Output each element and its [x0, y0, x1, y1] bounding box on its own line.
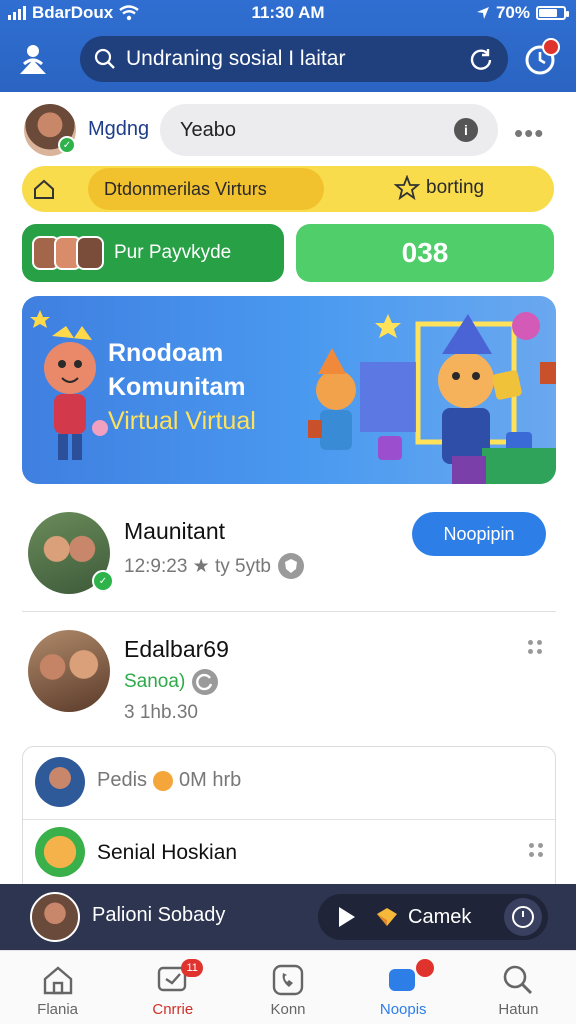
mini-player[interactable]: Palioni Sobady Camek: [0, 884, 576, 950]
nav-tab-label: Hatun: [498, 1001, 539, 1018]
filter-bar: Dtdonmerilas Virturs borting: [22, 166, 554, 212]
battery-icon: [536, 6, 569, 20]
search-icon: [504, 965, 533, 995]
group-action-label: Pur Payvkyde: [114, 242, 232, 263]
info-icon[interactable]: i: [454, 118, 478, 142]
player-controls: Camek: [318, 894, 548, 940]
filter-tab-secondary-label: borting: [426, 177, 485, 198]
status-bar: BdarDoux 11:30 AM 70%: [0, 0, 576, 28]
player-name: Palioni Sobady: [92, 904, 226, 926]
drag-handle-icon[interactable]: [528, 640, 542, 658]
nav-tab-search[interactable]: Hatun: [461, 951, 576, 1024]
list-item-status-text: Sanoa): [124, 671, 186, 692]
filter-tab-secondary[interactable]: borting: [394, 175, 484, 201]
verified-icon: ✓: [58, 136, 76, 154]
drag-handle-icon[interactable]: [529, 843, 543, 861]
group-action-button[interactable]: Pur Payvkyde: [22, 224, 284, 282]
shield-icon: [277, 553, 304, 579]
nav-badge: 11: [181, 959, 204, 977]
user-name: Mgdng: [88, 118, 150, 140]
join-button[interactable]: Noopipin: [412, 512, 546, 556]
puzzle-icon: [377, 908, 397, 926]
refresh-icon[interactable]: [468, 46, 494, 72]
card-row-2[interactable]: Senial Hoskian: [97, 841, 237, 865]
banner-line-3a: Virtual: [108, 407, 179, 435]
avatar[interactable]: [28, 630, 110, 712]
person-pin-icon[interactable]: [16, 42, 50, 76]
status-input[interactable]: Yeabo i: [160, 104, 498, 156]
search-icon: [94, 48, 115, 69]
nav-tab-home[interactable]: Flania: [0, 951, 115, 1024]
emoji-icon: [153, 770, 174, 791]
bottom-nav: Flania 11 Cnrrie Konn Noopis Hatun: [0, 950, 576, 1024]
camek-button[interactable]: Camek: [374, 904, 471, 930]
star-icon: [394, 175, 420, 201]
sync-icon: [192, 669, 219, 695]
location-arrow-icon: [476, 7, 489, 19]
nav-tab-label: Flania: [37, 1001, 79, 1018]
list-item-status: Sanoa): [124, 668, 219, 696]
banner-title: Rnodoam Komunitam Virtual Virtual: [108, 336, 256, 438]
notification-button[interactable]: [522, 38, 560, 78]
timer-icon: [512, 906, 534, 928]
list-item-name: Maunitant: [124, 518, 226, 544]
card-row-1[interactable]: Pedis 0M hrb: [97, 769, 241, 792]
verified-icon: ✓: [92, 570, 114, 592]
home-icon[interactable]: [32, 177, 56, 201]
phone-icon: [272, 964, 304, 996]
app-header: BdarDoux 11:30 AM 70% Undraning sosial I…: [0, 0, 576, 92]
filter-tab-active[interactable]: Dtdonmerilas Virturs: [88, 168, 324, 210]
list-item-time: 3 1hb.30: [124, 702, 198, 723]
home-icon: [43, 966, 72, 995]
search-bar[interactable]: Undraning sosial I laitar: [80, 36, 508, 82]
banner-illustration: [30, 310, 556, 484]
banner-line-3b: Virtual: [185, 407, 256, 435]
avatar: [30, 892, 80, 942]
nav-tab-label: Noopis: [379, 1001, 427, 1018]
nav-tab-phone[interactable]: Konn: [230, 951, 345, 1024]
community-banner[interactable]: Rnodoam Komunitam Virtual Virtual: [22, 296, 556, 484]
search-text: Undraning sosial I laitar: [126, 47, 346, 70]
card-row-1-suffix: 0M hrb: [179, 769, 242, 791]
avatar[interactable]: [35, 827, 85, 877]
avatar[interactable]: [35, 757, 85, 807]
divider: [23, 819, 555, 820]
nav-tab-label: Cnrrie: [152, 1001, 194, 1018]
play-icon[interactable]: [328, 900, 362, 934]
notification-badge: [542, 38, 560, 56]
camek-label: Camek: [408, 905, 472, 928]
nav-tab-label: Konn: [270, 1001, 306, 1018]
nav-tab-messages[interactable]: Noopis: [346, 951, 461, 1024]
divider: [22, 611, 556, 612]
status-input-value: Yeabo: [180, 118, 236, 141]
card-row-1-text: Pedis: [97, 769, 148, 791]
nav-badge: [415, 959, 434, 977]
list-item-name: Edalbar69: [124, 636, 229, 662]
nav-tab-chat[interactable]: 11 Cnrrie: [115, 951, 230, 1024]
list-item-meta: 12:9:23 ★ ty 5ytb: [124, 552, 305, 580]
battery-percent: 70%: [495, 3, 530, 22]
contacts-card: Pedis 0M hrb Senial Hoskian: [22, 746, 556, 896]
more-icon[interactable]: •••: [514, 118, 544, 149]
banner-line-1: Rnodoam: [108, 339, 224, 367]
list-item-meta-text: 12:9:23 ★ ty 5ytb: [124, 555, 271, 577]
timer-button[interactable]: [504, 898, 542, 936]
banner-line-2: Komunitam: [108, 373, 246, 401]
group-thumbnails: [32, 236, 104, 270]
counter-button[interactable]: 038: [296, 224, 554, 282]
